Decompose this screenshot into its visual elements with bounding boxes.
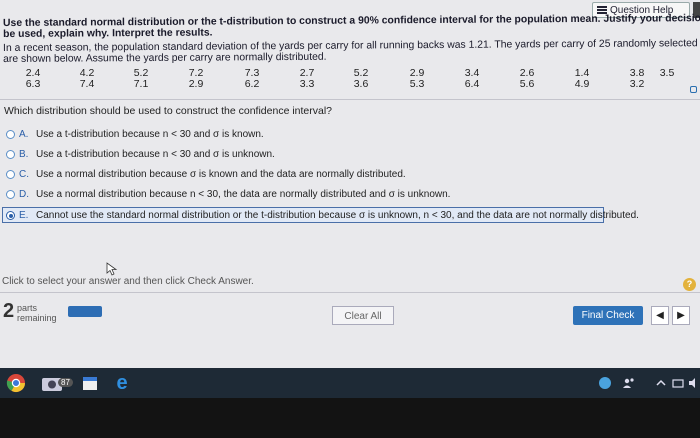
taskbar: e (0, 368, 700, 398)
radio-button[interactable] (6, 170, 15, 179)
option-text: Use a normal distribution because n < 30… (36, 189, 451, 200)
data-value: 7.1 (133, 78, 149, 90)
status-icon[interactable] (598, 376, 612, 390)
mouse-cursor-icon (106, 262, 118, 276)
previous-button[interactable]: ◀ (651, 306, 669, 325)
footer-bar: 2 parts remaining Clear All Final Check … (0, 296, 700, 336)
network-icon[interactable] (672, 377, 684, 389)
data-value: 6.4 (464, 78, 480, 90)
data-row-2: 6.3 7.4 7.1 2.9 6.2 3.3 3.6 5.3 6.4 5.6 … (0, 78, 700, 90)
radio-button-selected[interactable] (6, 211, 15, 220)
clear-all-button[interactable]: Clear All (332, 306, 394, 325)
notification-badge: 87 (58, 378, 73, 387)
people-icon[interactable] (622, 376, 636, 390)
final-check-button[interactable]: Final Check (573, 306, 643, 325)
footer-divider (0, 292, 700, 293)
question-text: Which distribution should be used to con… (4, 105, 333, 117)
data-value: 5.6 (519, 78, 535, 90)
copy-data-icon[interactable] (690, 86, 697, 93)
radio-button[interactable] (6, 130, 15, 139)
option-text: Use a t-distribution because n < 30 and … (36, 149, 275, 160)
option-letter: E. (19, 210, 29, 221)
monitor-bezel (0, 398, 700, 438)
chrome-icon[interactable] (6, 373, 26, 393)
radio-button[interactable] (6, 190, 15, 199)
parts-remaining-label: parts remaining (17, 303, 57, 323)
chevron-up-icon[interactable] (656, 378, 666, 388)
option-text: Use a normal distribution because σ is k… (36, 169, 406, 180)
problem-context: In a recent season, the population stand… (3, 38, 700, 65)
progress-bar (68, 306, 102, 317)
data-value: 2.9 (188, 78, 204, 90)
data-value: 6.2 (244, 78, 260, 90)
option-letter: C. (19, 169, 29, 180)
speaker-icon[interactable] (688, 377, 698, 389)
instruction-prompt: Click to select your answer and then cli… (2, 276, 254, 287)
data-value: 3.6 (353, 78, 369, 90)
option-text: Cannot use the standard normal distribut… (36, 210, 639, 221)
data-value: 6.3 (25, 78, 41, 90)
data-value: 5.3 (409, 78, 425, 90)
parts-label-line-1: parts (17, 303, 38, 313)
option-letter: A. (19, 129, 29, 140)
browser-icon[interactable]: e (112, 373, 132, 393)
screen: Question Help Use the standard normal di… (0, 0, 700, 368)
parts-remaining-count: 2 (3, 300, 15, 322)
data-value: 4.9 (574, 78, 590, 90)
radio-button[interactable] (6, 150, 15, 159)
option-text: Use a t-distribution because n < 30 and … (36, 129, 264, 140)
option-letter: B. (19, 149, 29, 160)
files-icon[interactable] (80, 373, 100, 393)
data-value: 3.2 (629, 78, 645, 90)
help-icon[interactable]: ? (683, 278, 696, 291)
data-value: 3.3 (299, 78, 315, 90)
parts-label-line-2: remaining (17, 313, 57, 323)
option-letter: D. (19, 189, 29, 200)
data-value: 7.4 (79, 78, 95, 90)
instructions: Use the standard normal distribution or … (3, 12, 700, 40)
next-button[interactable]: ▶ (672, 306, 690, 325)
divider (0, 99, 700, 100)
